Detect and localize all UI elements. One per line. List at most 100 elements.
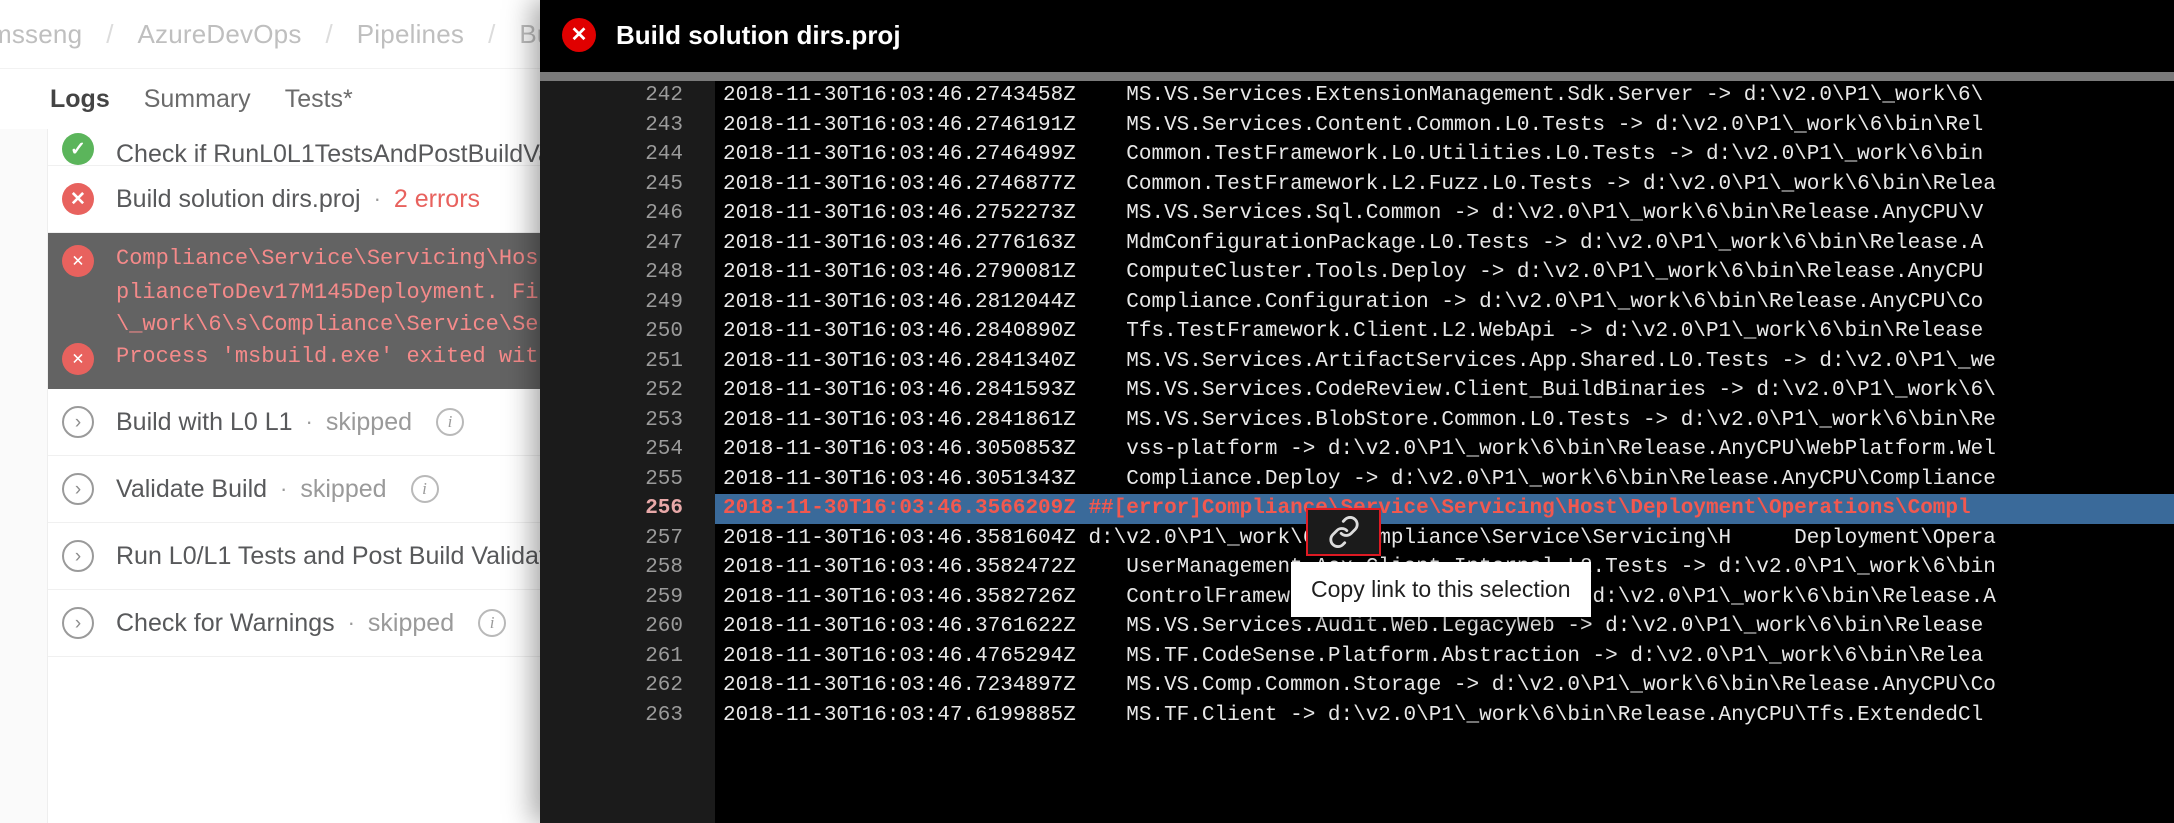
log-line[interactable]: 247 2018-11-30T16:03:46.2776163Z MdmConfi… bbox=[540, 228, 2174, 258]
log-line-number: 261 bbox=[540, 641, 715, 671]
log-line-number: 244 bbox=[540, 140, 715, 170]
info-icon[interactable]: i bbox=[410, 475, 439, 503]
log-line[interactable]: 254 2018-11-30T16:03:46.3050853Z vss-plat… bbox=[540, 435, 2174, 465]
log-line[interactable]: 243 2018-11-30T16:03:46.2746191Z MS.VS.Se… bbox=[540, 110, 2174, 140]
tab-summary[interactable]: Summary bbox=[144, 85, 251, 114]
log-line[interactable]: 250 2018-11-30T16:03:46.2840890Z Tfs.Test… bbox=[540, 317, 2174, 347]
x-glyph: ✕ bbox=[72, 347, 84, 370]
task-list-rail bbox=[0, 129, 48, 823]
log-line-text: 2018-11-30T16:03:46.2790081Z ComputeClus… bbox=[723, 261, 1984, 284]
task-status: skipped bbox=[367, 608, 455, 637]
log-line-text: 2018-11-30T16:03:46.2752273Z MS.VS.Servi… bbox=[723, 202, 1984, 225]
log-line-number: 247 bbox=[540, 228, 715, 258]
task-separator: · bbox=[280, 476, 288, 501]
chevron-right-icon: › bbox=[62, 473, 94, 505]
log-line-text: 2018-11-30T16:03:46.2841593Z MS.VS.Servi… bbox=[723, 379, 1996, 402]
breadcrumb-item-1[interactable]: AzureDevOps bbox=[137, 19, 301, 50]
log-line[interactable]: 251 2018-11-30T16:03:46.2841340Z MS.VS.Se… bbox=[540, 346, 2174, 376]
chevron-glyph: › bbox=[74, 545, 82, 567]
log-line-number: 257 bbox=[540, 523, 715, 553]
breadcrumb-separator: / bbox=[488, 18, 496, 49]
error-icon: ✕ bbox=[62, 245, 94, 277]
log-line-text: 2018-11-30T16:03:47.6199885Z MS.TF.Clien… bbox=[723, 703, 1984, 727]
tooltip: Copy link to this selection bbox=[1291, 562, 1591, 617]
x-glyph: ✕ bbox=[72, 249, 84, 272]
link-icon[interactable] bbox=[1306, 508, 1381, 556]
breadcrumb-item-2[interactable]: Pipelines bbox=[357, 19, 464, 50]
log-viewer-panel: ✕ Build solution dirs.proj 242 2018-11-30… bbox=[540, 0, 2174, 823]
info-icon[interactable]: i bbox=[478, 609, 507, 637]
log-line-number: 260 bbox=[540, 612, 715, 642]
log-line-text: 2018-11-30T16:03:46.2812044Z Compliance.… bbox=[723, 290, 1984, 314]
task-status: skipped bbox=[300, 474, 387, 503]
tab-logs[interactable]: Logs bbox=[50, 85, 110, 114]
task-name: Build with L0 L1 bbox=[116, 407, 293, 436]
check-glyph: ✓ bbox=[70, 138, 86, 160]
log-line-text: 2018-11-30T16:03:46.2746499Z Common.Test… bbox=[723, 143, 1984, 166]
log-line-number: 243 bbox=[540, 110, 715, 140]
horizontal-scrollbar[interactable] bbox=[540, 72, 2174, 81]
log-line[interactable]: 253 2018-11-30T16:03:46.2841861Z MS.VS.Se… bbox=[540, 405, 2174, 435]
log-line-text: 2018-11-30T16:03:46.2746877Z Common.Test… bbox=[723, 172, 1996, 196]
log-line-number: 250 bbox=[540, 317, 715, 347]
error-icon: ✕ bbox=[562, 18, 596, 52]
task-status: skipped bbox=[325, 407, 413, 436]
log-content[interactable]: 242 2018-11-30T16:03:46.2743458Z MS.VS.Se… bbox=[540, 81, 2174, 823]
log-line-number: 263 bbox=[540, 700, 715, 730]
tab-tests[interactable]: Tests* bbox=[285, 85, 353, 114]
log-line[interactable]: 249 2018-11-30T16:03:46.2812044Z Complian… bbox=[540, 287, 2174, 317]
x-glyph: ✕ bbox=[570, 24, 588, 46]
chevron-right-icon: › bbox=[62, 540, 94, 572]
log-line-number: 245 bbox=[540, 169, 715, 199]
log-line-text: 2018-11-30T16:03:46.2743458Z MS.VS.Servi… bbox=[723, 84, 1984, 107]
log-line-number: 251 bbox=[540, 346, 715, 376]
log-line[interactable]: 248 2018-11-30T16:03:46.2790081Z ComputeC… bbox=[540, 258, 2174, 288]
task-name: Check for Warnings bbox=[116, 608, 335, 637]
log-line-number: 248 bbox=[540, 258, 715, 288]
log-line-number: 246 bbox=[540, 199, 715, 229]
breadcrumb-separator: / bbox=[106, 18, 114, 49]
task-separator: · bbox=[305, 409, 313, 434]
log-line[interactable]: 244 2018-11-30T16:03:46.2746499Z Common.T… bbox=[540, 140, 2174, 170]
log-line[interactable]: 263 2018-11-30T16:03:47.6199885Z MS.TF.Cl… bbox=[540, 700, 2174, 730]
log-line[interactable]: 262 2018-11-30T16:03:46.7234897Z MS.VS.Co… bbox=[540, 671, 2174, 701]
breadcrumb-item-0[interactable]: msseng bbox=[0, 19, 82, 50]
task-name: Validate Build bbox=[116, 474, 268, 503]
log-line[interactable]: 252 2018-11-30T16:03:46.2841593Z MS.VS.Se… bbox=[540, 376, 2174, 406]
log-line-text: 2018-11-30T16:03:46.3050853Z vss-platfor… bbox=[723, 438, 1996, 461]
chevron-glyph: › bbox=[74, 612, 82, 634]
log-line[interactable]: 246 2018-11-30T16:03:46.2752273Z MS.VS.Se… bbox=[540, 199, 2174, 229]
breadcrumb-separator: / bbox=[325, 18, 333, 49]
task-status[interactable]: 2 errors bbox=[394, 185, 480, 214]
log-line-number: 249 bbox=[540, 287, 715, 317]
x-glyph: ✕ bbox=[70, 188, 86, 210]
log-line-number: 242 bbox=[540, 81, 715, 111]
log-line-number: 252 bbox=[540, 376, 715, 406]
error-icon: ✕ bbox=[62, 343, 94, 375]
log-line-text: 2018-11-30T16:03:46.2746191Z MS.VS.Servi… bbox=[723, 113, 1984, 137]
chevron-right-icon: › bbox=[62, 607, 94, 639]
info-icon[interactable]: i bbox=[436, 408, 465, 436]
log-line-number: 262 bbox=[540, 671, 715, 701]
app-root: msseng / AzureDevOps / Pipelines / Build… bbox=[0, 0, 2174, 823]
log-line-text: 2018-11-30T16:03:46.7234897Z MS.VS.Comp.… bbox=[723, 674, 1996, 697]
task-name: Run L0/L1 Tests and Post Build Validatio… bbox=[116, 541, 592, 570]
log-line[interactable]: 245 2018-11-30T16:03:46.2746877Z Common.T… bbox=[540, 169, 2174, 199]
log-line-text: 2018-11-30T16:03:46.2840890Z Tfs.TestFra… bbox=[723, 320, 1984, 343]
log-line-text: 2018-11-30T16:03:46.2776163Z MdmConfigur… bbox=[723, 231, 1984, 255]
log-line-text: 2018-11-30T16:03:46.3051343Z Compliance.… bbox=[723, 467, 1996, 491]
log-line-number: 256 bbox=[540, 494, 715, 524]
task-name: Build solution dirs.proj bbox=[116, 184, 361, 213]
success-icon: ✓ bbox=[62, 133, 94, 165]
log-line[interactable]: 261 2018-11-30T16:03:46.4765294Z MS.TF.Co… bbox=[540, 641, 2174, 671]
log-line-number: 255 bbox=[540, 464, 715, 494]
log-line-text: 2018-11-30T16:03:46.4765294Z MS.TF.CodeS… bbox=[723, 644, 1984, 668]
log-line-text: 2018-11-30T16:03:46.2841861Z MS.VS.Servi… bbox=[723, 408, 1996, 432]
log-line[interactable]: 242 2018-11-30T16:03:46.2743458Z MS.VS.Se… bbox=[540, 81, 2174, 111]
log-viewer-header: ✕ Build solution dirs.proj bbox=[540, 0, 2174, 70]
log-line[interactable]: 255 2018-11-30T16:03:46.3051343Z Complian… bbox=[540, 464, 2174, 494]
error-icon: ✕ bbox=[62, 183, 94, 215]
log-line-number: 259 bbox=[540, 582, 715, 612]
log-line-number: 254 bbox=[540, 435, 715, 465]
log-line-list: 242 2018-11-30T16:03:46.2743458Z MS.VS.Se… bbox=[540, 81, 2174, 730]
